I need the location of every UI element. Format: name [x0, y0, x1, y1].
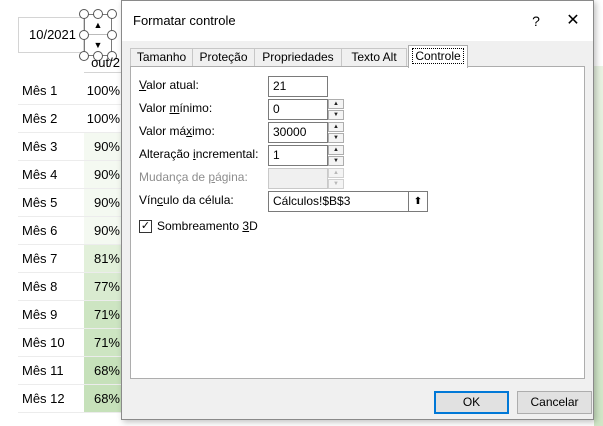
row-label-cell[interactable]: Mês 12 [18, 385, 84, 413]
page-change-stepper: ▲ ▼ [328, 168, 344, 189]
cell-link-input[interactable]: Cálculos!$B$3 [268, 191, 409, 212]
tab-texto-alt[interactable]: Texto Alt [341, 48, 407, 67]
close-icon[interactable]: ✕ [562, 10, 584, 32]
resize-handle[interactable] [93, 9, 103, 19]
row-label-cell[interactable]: Mês 10 [18, 329, 84, 357]
collapse-dialog-arrow-icon[interactable]: ⬆ [408, 191, 428, 212]
min-value-input[interactable]: 0 [268, 99, 328, 120]
tab-propriedades[interactable]: Propriedades [254, 48, 342, 67]
current-value-label: Valor atual: [139, 78, 199, 92]
resize-handle[interactable] [107, 30, 117, 40]
tab-controle[interactable]: Controle [408, 45, 468, 68]
row-value-cell[interactable]: 90% [84, 217, 124, 245]
stepper-up-icon[interactable]: ▲ [328, 122, 344, 132]
row-value-cell[interactable]: 90% [84, 161, 124, 189]
row-label-cell[interactable]: Mês 4 [18, 161, 84, 189]
format-control-dialog: Formatar controle ? ✕ Tamanho Proteção P… [121, 0, 594, 420]
resize-handle[interactable] [79, 9, 89, 19]
tab-protecao[interactable]: Proteção [192, 48, 255, 67]
stepper-up-icon[interactable]: ▲ [328, 145, 344, 155]
row-label-cell[interactable]: Mês 6 [18, 217, 84, 245]
stepper-down-icon[interactable]: ▼ [328, 110, 344, 120]
row-value-cell[interactable]: 90% [84, 189, 124, 217]
stepper-up-icon: ▲ [328, 168, 344, 178]
ok-button[interactable]: OK [434, 391, 509, 414]
row-value-cell[interactable]: 90% [84, 133, 124, 161]
page-change-input [268, 168, 328, 189]
row-label-cell[interactable]: Mês 8 [18, 273, 84, 301]
row-label-cell[interactable]: Mês 7 [18, 245, 84, 273]
cells-right-edge [594, 66, 603, 426]
increment-stepper[interactable]: ▲ ▼ [328, 145, 344, 166]
dialog-titlebar: Formatar controle ? ✕ [122, 1, 593, 41]
stepper-down-icon[interactable]: ▼ [328, 156, 344, 166]
stepper-down-icon: ▼ [328, 179, 344, 189]
stepper-up-icon[interactable]: ▲ [328, 99, 344, 109]
shading-3d-label[interactable]: Sombreamento 3D [157, 219, 258, 233]
column-header-cell[interactable]: out/2 [84, 53, 124, 73]
tab-tamanho[interactable]: Tamanho [130, 48, 193, 67]
cell-link-label: Vínculo da célula: [139, 193, 234, 207]
increment-input[interactable]: 1 [268, 145, 328, 166]
cancel-button[interactable]: Cancelar [517, 391, 592, 414]
current-value-input[interactable]: 21 [268, 76, 328, 97]
row-value-cell[interactable]: 100% [84, 105, 124, 133]
stepper-down-icon[interactable]: ▼ [328, 133, 344, 143]
max-value-label: Valor máximo: [139, 124, 215, 138]
resize-handle[interactable] [107, 9, 117, 19]
max-value-stepper[interactable]: ▲ ▼ [328, 122, 344, 143]
min-value-stepper[interactable]: ▲ ▼ [328, 99, 344, 120]
increment-label: Alteração incremental: [139, 147, 259, 161]
row-value-cell[interactable]: 68% [84, 357, 124, 385]
help-icon[interactable]: ? [525, 10, 547, 32]
resize-handle[interactable] [79, 30, 89, 40]
min-value-label: Valor mínimo: [139, 101, 213, 115]
page-change-label: Mudança de página: [139, 170, 248, 184]
row-value-cell[interactable]: 77% [84, 273, 124, 301]
tab-controle-label: Controle [412, 48, 464, 64]
row-label-cell[interactable]: Mês 3 [18, 133, 84, 161]
row-value-cell[interactable]: 71% [84, 329, 124, 357]
row-value-cell[interactable]: 71% [84, 301, 124, 329]
row-value-cell[interactable]: 100% [84, 77, 124, 105]
row-value-cell[interactable]: 68% [84, 385, 124, 413]
dialog-title: Formatar controle [133, 13, 236, 28]
row-label-cell[interactable]: Mês 9 [18, 301, 84, 329]
max-value-input[interactable]: 30000 [268, 122, 328, 143]
controle-panel: Valor atual: 21 Valor mínimo: 0 ▲ ▼ Valo… [130, 66, 585, 379]
row-label-cell[interactable]: Mês 2 [18, 105, 84, 133]
row-label-cell[interactable]: Mês 1 [18, 77, 84, 105]
row-label-cell[interactable]: Mês 5 [18, 189, 84, 217]
date-cell[interactable]: 10/2021 [18, 17, 84, 53]
row-label-cell[interactable]: Mês 11 [18, 357, 84, 385]
shading-3d-checkbox[interactable]: ✓ [139, 220, 152, 233]
row-value-cell[interactable]: 81% [84, 245, 124, 273]
